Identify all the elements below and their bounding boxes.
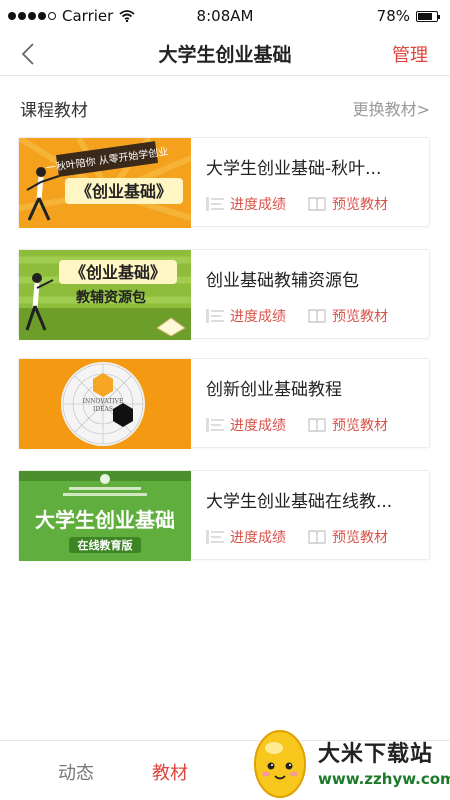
cover-subtitle: IDEAS (93, 406, 113, 413)
course-card[interactable]: 《创业基础》 教辅资源包 创业基础教辅资源包 进度成绩 预览教材 (18, 249, 430, 340)
course-actions: 进度成绩 预览教材 (206, 415, 388, 435)
battery-percent: 78% (376, 7, 410, 25)
status-bar: Carrier 8:08AM 78% (0, 0, 450, 32)
book-icon (308, 309, 326, 323)
course-cover-image: 大学生创业基础 在线教育版 (19, 471, 191, 561)
course-cover-image: 一秋叶陪你 从零开始学创业 《创业基础》 (19, 138, 191, 228)
progress-score-label: 进度成绩 (230, 197, 286, 213)
chevron-left-icon (21, 43, 34, 65)
progress-score-label: 进度成绩 (230, 530, 286, 546)
course-title: 大学生创业基础在线教... (206, 492, 393, 512)
course-title: 创业基础教辅资源包 (206, 271, 359, 291)
preview-textbook-button[interactable]: 预览教材 (308, 415, 388, 435)
battery-status: 78% (376, 7, 440, 25)
preview-textbook-label: 预览教材 (332, 530, 388, 546)
section-header: 课程教材 更换教材> (20, 92, 430, 122)
list-icon (206, 309, 224, 323)
progress-score-button[interactable]: 进度成绩 (206, 527, 286, 547)
cover-title: 《创业基础》 (70, 263, 166, 282)
site-watermark: 大米下载站 www.zzhyw.com (240, 724, 450, 800)
progress-score-label: 进度成绩 (230, 309, 286, 325)
watermark-site-name: 大米下载站 (318, 742, 434, 767)
tab-dynamics[interactable]: 动态 (58, 759, 94, 785)
course-cover-image: INNOVATIVE IDEAS (19, 359, 191, 449)
manage-button[interactable]: 管理 (392, 41, 428, 67)
list-icon (206, 418, 224, 432)
course-cover-image: 《创业基础》 教辅资源包 (19, 250, 191, 340)
cover-title: 《创业基础》 (76, 182, 172, 201)
course-actions: 进度成绩 预览教材 (206, 527, 388, 547)
progress-score-button[interactable]: 进度成绩 (206, 415, 286, 435)
course-actions: 进度成绩 预览教材 (206, 306, 388, 326)
watermark-url: www.zzhyw.com (318, 770, 450, 788)
preview-textbook-label: 预览教材 (332, 418, 388, 434)
preview-textbook-label: 预览教材 (332, 309, 388, 325)
book-icon (308, 418, 326, 432)
course-card[interactable]: INNOVATIVE IDEAS 创新创业基础教程 进度成绩 预览教材 (18, 358, 430, 449)
course-card[interactable]: 一秋叶陪你 从零开始学创业 《创业基础》 大学生创业基础-秋叶... 进度成绩 … (18, 137, 430, 228)
course-title: 创新创业基础教程 (206, 380, 342, 400)
preview-textbook-button[interactable]: 预览教材 (308, 194, 388, 214)
cover-subtitle: 在线教育版 (78, 538, 133, 552)
list-icon (206, 197, 224, 211)
cover-title: 大学生创业基础 (35, 508, 175, 532)
back-button[interactable] (14, 40, 42, 68)
preview-textbook-button[interactable]: 预览教材 (308, 527, 388, 547)
preview-textbook-label: 预览教材 (332, 197, 388, 213)
cover-subtitle: 教辅资源包 (76, 289, 146, 306)
rice-mascot-logo (254, 730, 306, 798)
progress-score-button[interactable]: 进度成绩 (206, 194, 286, 214)
progress-score-label: 进度成绩 (230, 418, 286, 434)
navigation-bar: 大学生创业基础 管理 (0, 32, 450, 76)
course-card[interactable]: 大学生创业基础 在线教育版 大学生创业基础在线教... 进度成绩 预览教材 (18, 470, 430, 561)
progress-score-button[interactable]: 进度成绩 (206, 306, 286, 326)
cover-title: INNOVATIVE (83, 398, 124, 405)
course-title: 大学生创业基础-秋叶... (206, 159, 382, 179)
tab-textbook[interactable]: 教材 (152, 759, 188, 785)
section-title: 课程教材 (20, 101, 88, 121)
battery-icon (416, 10, 440, 22)
list-icon (206, 530, 224, 544)
course-list: 一秋叶陪你 从零开始学创业 《创业基础》 大学生创业基础-秋叶... 进度成绩 … (18, 137, 430, 582)
book-icon (308, 530, 326, 544)
book-icon (308, 197, 326, 211)
preview-textbook-button[interactable]: 预览教材 (308, 306, 388, 326)
change-textbook-link[interactable]: 更换教材> (353, 96, 430, 120)
course-actions: 进度成绩 预览教材 (206, 194, 388, 214)
page-title: 大学生创业基础 (158, 44, 292, 66)
